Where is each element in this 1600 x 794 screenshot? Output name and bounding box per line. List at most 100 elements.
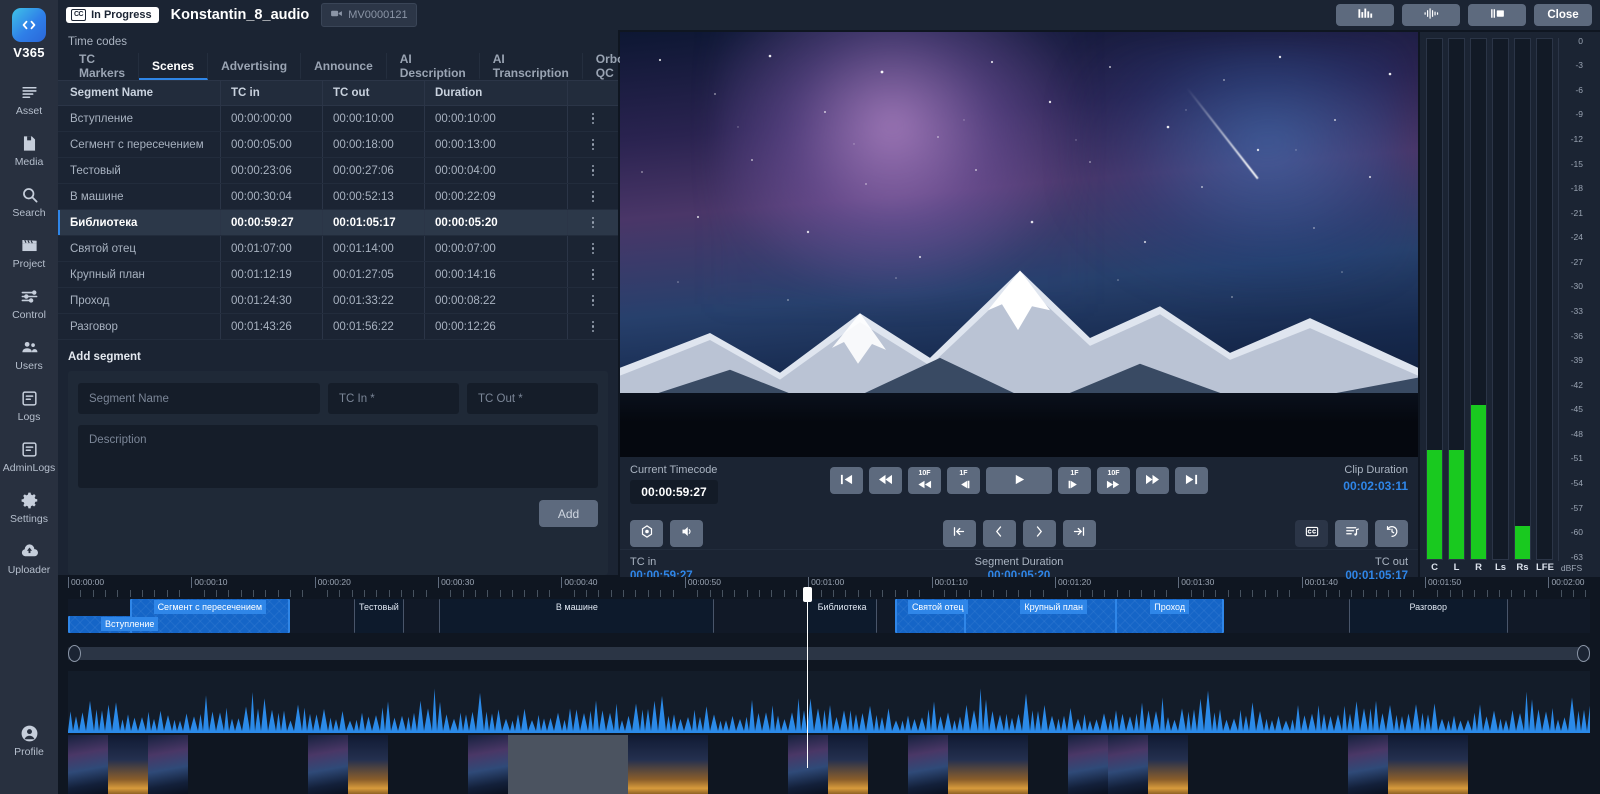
row-menu-button[interactable] [568,291,618,311]
sidebar-item-project[interactable]: Project [0,227,58,278]
filmstrip-thumb[interactable] [1388,735,1428,794]
filmstrip-thumb[interactable] [1428,735,1468,794]
filmstrip-thumb-blank[interactable] [548,735,588,794]
table-row[interactable]: Разговор 00:01:43:26 00:01:56:22 00:00:1… [58,314,618,340]
sidebar-item-control[interactable]: Control [0,278,58,329]
column-header-tc-out[interactable]: TC out [323,81,425,105]
filmstrip-thumb[interactable] [108,735,148,794]
add-button[interactable]: Add [539,500,598,527]
table-row[interactable]: Сегмент с пересечением 00:00:05:00 00:00… [58,132,618,158]
filmstrip-thumb[interactable] [348,735,388,794]
row-menu-button[interactable] [568,135,618,155]
audio-tracks-button[interactable] [1335,519,1368,547]
filmstrip-thumb[interactable] [908,735,948,794]
playhead[interactable] [802,587,812,768]
timeline-segment[interactable]: Проход [1115,599,1224,633]
forward-1-frame-button[interactable]: 1F [1058,467,1091,494]
table-row[interactable]: В машине 00:00:30:04 00:00:52:13 00:00:2… [58,184,618,210]
tab-scenes[interactable]: Scenes [139,53,209,80]
back-10-frames-button[interactable]: 10F [908,467,941,494]
table-row[interactable]: Тестовый 00:00:23:06 00:00:27:06 00:00:0… [58,158,618,184]
tab-advertising[interactable]: Advertising [208,53,302,80]
row-menu-button[interactable] [568,239,618,259]
status-badge[interactable]: CC In Progress [66,7,159,23]
video-canvas[interactable] [620,32,1418,457]
play-button[interactable] [986,467,1052,494]
description-input[interactable] [78,425,598,488]
forward-10-frames-button[interactable]: 10F [1097,467,1130,494]
column-header-tc-in[interactable]: TC in [221,81,323,105]
brand-logo[interactable]: V365 [12,8,46,60]
row-menu-button[interactable] [568,265,618,285]
segment-name-input[interactable] [78,383,320,414]
filmstrip-thumb[interactable] [988,735,1028,794]
sidebar-item-users[interactable]: Users [0,329,58,380]
table-row-selected[interactable]: Библиотека 00:00:59:27 00:01:05:17 00:00… [58,210,618,236]
table-row[interactable]: Крупный план 00:01:12:19 00:01:27:05 00:… [58,262,618,288]
tab-ai-transcription[interactable]: AI Transcription [480,52,583,80]
filmstrip-thumb[interactable] [1108,735,1148,794]
filmstrip-thumb[interactable] [668,735,708,794]
timeline-segment[interactable]: В машине [439,599,715,633]
timeline-segment[interactable]: Библиотека [806,599,878,633]
filmstrip-thumb[interactable] [828,735,868,794]
timeline-tracks[interactable]: Вступление Сегмент с пересечением Тестов… [68,587,1590,768]
filmstrip-track[interactable] [68,735,1590,794]
table-row[interactable]: Святой отец 00:01:07:00 00:01:14:00 00:0… [58,236,618,262]
tab-tc-markers[interactable]: TC Markers [66,52,140,80]
zoom-handle-right[interactable] [1577,645,1590,662]
zoom-handle-left[interactable] [68,645,81,662]
filmstrip-thumb-blank[interactable] [508,735,548,794]
filmstrip-thumb[interactable] [1068,735,1108,794]
row-menu-button[interactable] [568,317,618,337]
tc-in-input[interactable] [328,383,459,414]
row-menu-button[interactable] [568,213,618,233]
subtitles-button[interactable] [1295,519,1328,547]
row-menu-button[interactable] [568,187,618,207]
sidebar-item-settings[interactable]: Settings [0,482,58,533]
filmstrip-thumb[interactable] [148,735,188,794]
filmstrip-thumb[interactable] [68,735,108,794]
column-header-segment-name[interactable]: Segment Name [58,81,221,105]
timeline-zoom-slider[interactable] [68,643,1590,663]
fast-forward-button[interactable] [1136,467,1169,494]
bars-view-button[interactable] [1336,4,1394,26]
prev-marker-button[interactable] [982,519,1016,547]
go-to-start-button[interactable] [830,467,863,494]
sidebar-item-uploader[interactable]: Uploader [0,533,58,584]
waveform-view-button[interactable] [1402,4,1460,26]
back-1-frame-button[interactable]: 1F [947,467,980,494]
split-view-button[interactable] [1468,4,1526,26]
filmstrip-thumb[interactable] [468,735,508,794]
tc-out-input[interactable] [467,383,598,414]
next-marker-button[interactable] [1022,519,1056,547]
filmstrip-thumb-blank[interactable] [588,735,628,794]
sidebar-item-profile[interactable]: Profile [0,715,58,766]
filmstrip-thumb[interactable] [628,735,668,794]
filmstrip-thumb[interactable] [1348,735,1388,794]
mark-segment-end-button[interactable] [1062,519,1096,547]
sidebar-item-search[interactable]: Search [0,176,58,227]
row-menu-button[interactable] [568,109,618,129]
tab-announce[interactable]: Announce [301,53,387,80]
history-button[interactable] [1375,519,1408,547]
column-header-duration[interactable]: Duration [425,81,568,105]
zoom-slider-track[interactable] [68,647,1590,660]
filmstrip-thumb[interactable] [1148,735,1188,794]
row-menu-button[interactable] [568,161,618,181]
mark-segment-start-button[interactable] [942,519,976,547]
sidebar-item-logs[interactable]: Logs [0,380,58,431]
sidebar-item-adminlogs[interactable]: AdminLogs [0,431,58,482]
timeline-segment[interactable]: Тестовый [354,599,404,633]
filmstrip-thumb[interactable] [308,735,348,794]
sidebar-item-media[interactable]: Media [0,125,58,176]
close-button[interactable]: Close [1534,4,1592,26]
filmstrip-thumb[interactable] [948,735,988,794]
rewind-button[interactable] [869,467,902,494]
audio-waveform-track[interactable] [68,671,1590,733]
tab-ai-description[interactable]: AI Description [387,52,480,80]
table-row[interactable]: Проход 00:01:24:30 00:01:33:22 00:00:08:… [58,288,618,314]
table-row[interactable]: Вступление 00:00:00:00 00:00:10:00 00:00… [58,106,618,132]
sidebar-item-asset[interactable]: Asset [0,74,58,125]
playhead-grip[interactable] [802,587,812,602]
